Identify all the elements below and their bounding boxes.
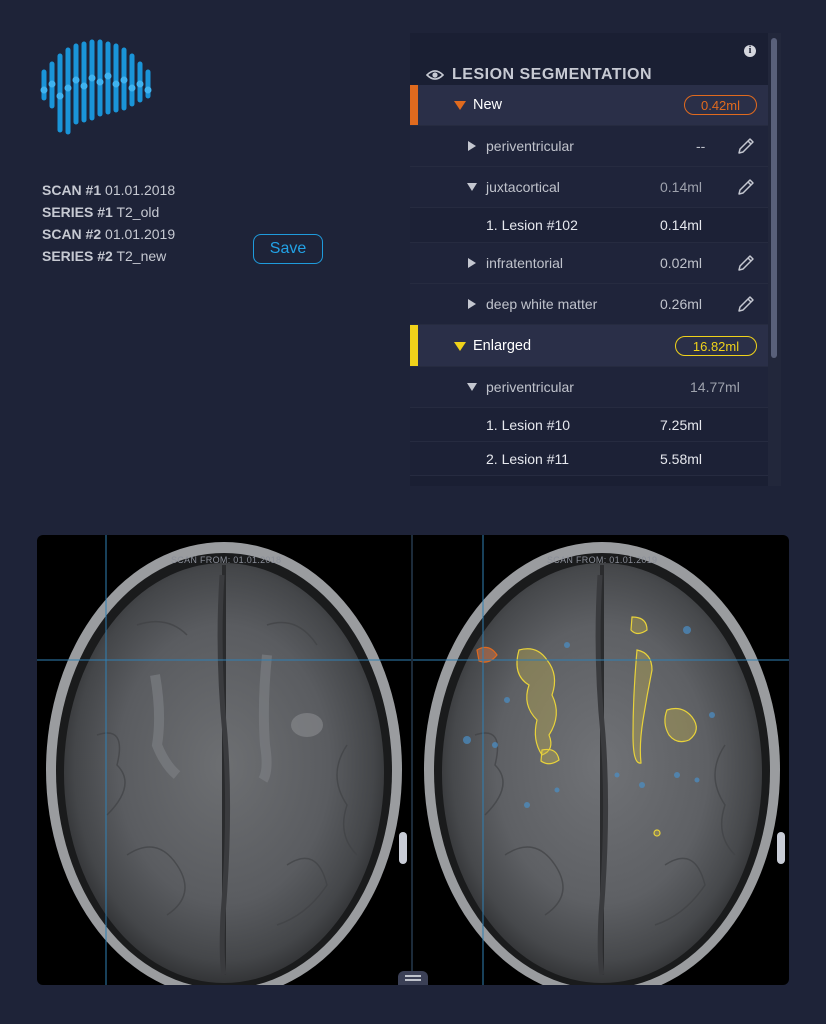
- eye-icon[interactable]: [426, 69, 444, 81]
- new-accent-bar: [410, 85, 418, 125]
- row-label: juxtacortical: [486, 179, 560, 195]
- row-value: 0.14ml: [660, 179, 703, 195]
- row-lesion-102[interactable]: 1. Lesion #102 0.14ml: [410, 208, 768, 243]
- row-value: 5.58ml: [660, 450, 703, 467]
- right-scan-viewport[interactable]: [424, 542, 780, 985]
- right-scan-label: SCAN FROM: 01.01.2019: [547, 555, 658, 565]
- row-value: 0.26ml: [660, 296, 703, 312]
- row-lesion-11[interactable]: 2. Lesion #11 5.58ml: [410, 442, 768, 476]
- chevron-right-icon[interactable]: [468, 141, 476, 151]
- scan-2-line: SCAN #2 01.01.2019: [42, 226, 176, 242]
- right-viewport-resize-handle[interactable]: [777, 832, 785, 864]
- pencil-icon[interactable]: [736, 294, 756, 314]
- enlarged-accent-bar: [410, 325, 418, 366]
- row-label: 1. Lesion #102: [486, 217, 578, 233]
- info-icon[interactable]: i: [744, 45, 756, 57]
- enlarged-total-badge: 16.82ml: [675, 336, 757, 356]
- chevron-right-icon[interactable]: [468, 299, 476, 309]
- new-total-badge: 0.42ml: [684, 95, 757, 115]
- scan-info: SCAN #1 01.01.2018 SERIES #1 T2_old SCAN…: [42, 179, 175, 267]
- row-new-periventricular[interactable]: periventricular --: [410, 126, 768, 167]
- series-1-line: SERIES #1 T2_old: [42, 204, 160, 220]
- chevron-right-icon[interactable]: [468, 258, 476, 268]
- row-label: infratentorial: [486, 255, 564, 271]
- row-value: 0.14ml: [660, 217, 703, 233]
- chevron-down-icon[interactable]: [454, 101, 466, 110]
- row-value: 7.25ml: [660, 416, 703, 433]
- group-enlarged-label: Enlarged: [473, 337, 532, 354]
- pencil-icon[interactable]: [736, 253, 756, 273]
- save-button[interactable]: Save: [253, 234, 323, 264]
- app-logo: [40, 39, 152, 135]
- row-label: 2. Lesion #11: [486, 450, 570, 467]
- chevron-down-icon[interactable]: [467, 183, 477, 191]
- row-value: 0.02ml: [660, 255, 703, 271]
- group-new[interactable]: New 0.42ml: [410, 85, 768, 126]
- group-new-label: New: [473, 97, 503, 113]
- series-2-line: SERIES #2 T2_new: [42, 248, 167, 264]
- viewer-bottom-drag-handle[interactable]: [398, 971, 428, 985]
- panel-title-text: LESION SEGMENTATION: [452, 66, 653, 83]
- row-value: --: [696, 138, 706, 154]
- row-label: periventricular: [486, 138, 574, 154]
- row-new-juxtacortical[interactable]: juxtacortical 0.14ml: [410, 167, 768, 208]
- mri-viewer[interactable]: SCAN FROM: 01.01.2018 SCAN FROM: 01.01.2…: [37, 535, 789, 985]
- group-enlarged[interactable]: Enlarged 16.82ml: [410, 325, 768, 367]
- pencil-icon[interactable]: [736, 177, 756, 197]
- row-label: periventricular: [486, 379, 574, 395]
- row-lesion-10[interactable]: 1. Lesion #10 7.25ml: [410, 408, 768, 442]
- row-new-infratentorial[interactable]: infratentorial 0.02ml: [410, 243, 768, 284]
- left-scan-viewport[interactable]: [46, 542, 402, 985]
- chevron-down-icon[interactable]: [467, 383, 477, 391]
- row-enlarged-periventricular[interactable]: periventricular 14.77ml: [410, 367, 768, 408]
- row-value: 14.77ml: [690, 379, 740, 395]
- row-label: 1. Lesion #10: [486, 416, 571, 433]
- scan-1-line: SCAN #1 01.01.2018: [42, 182, 176, 198]
- chevron-down-icon[interactable]: [454, 342, 466, 351]
- left-viewport-resize-handle[interactable]: [399, 832, 407, 864]
- panel-scrollbar-thumb[interactable]: [771, 38, 777, 358]
- row-label: deep white matter: [486, 296, 598, 312]
- panel-title: LESION SEGMENTATION: [426, 64, 652, 86]
- row-new-deep-white-matter[interactable]: deep white matter 0.26ml: [410, 284, 768, 325]
- mri-viewports[interactable]: [37, 535, 789, 985]
- left-scan-label: SCAN FROM: 01.01.2018: [171, 555, 282, 565]
- pencil-icon[interactable]: [736, 136, 756, 156]
